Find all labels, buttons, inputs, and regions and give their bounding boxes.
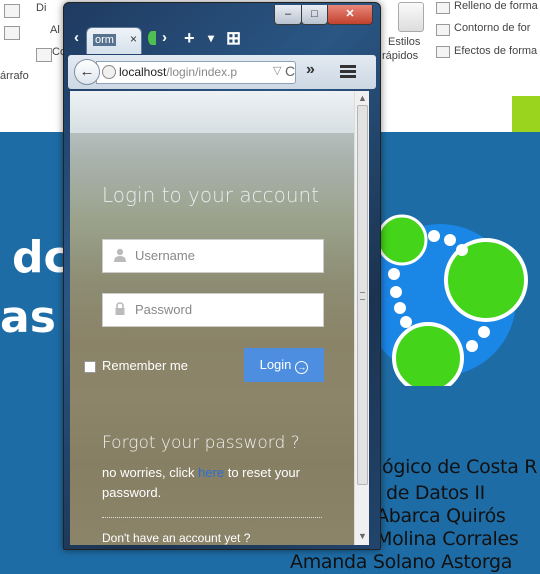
menu-hamburger-icon[interactable]	[334, 58, 362, 84]
url-history-dropdown-icon[interactable]: ▽	[273, 64, 281, 77]
minimize-icon: –	[284, 8, 292, 20]
tabs-scroll-left-icon[interactable]: ‹	[74, 29, 79, 47]
scrollbar-grip-icon	[360, 292, 365, 300]
fill-icon[interactable]	[436, 2, 450, 14]
page-content: Login to your account Remember me Login→…	[70, 91, 354, 545]
graph-database-logo	[376, 214, 528, 386]
paragraph-group-label: árrafo	[0, 70, 29, 82]
tab-list-icon[interactable]: ▾	[208, 29, 214, 47]
login-button-label: Login	[259, 357, 292, 372]
slide-heading-line1: dc	[12, 232, 70, 283]
forgot-password-text: no worries, click here to reset your pas…	[102, 463, 326, 503]
columns-icon[interactable]	[36, 48, 52, 62]
rapidos-label[interactable]: rápidos	[382, 50, 418, 62]
estilos-label[interactable]: Estilos	[388, 36, 420, 48]
remember-me-label[interactable]: Remember me	[102, 358, 188, 373]
url-path: /login/index.p	[166, 65, 238, 79]
shape-effects-button[interactable]: Efectos de forma	[454, 45, 537, 57]
tab-login[interactable]: orm ×	[86, 27, 142, 54]
url-bar[interactable]: localhost/login/index.p ▽ C	[96, 61, 296, 84]
slide-text-line1: ógico de Costa R	[382, 456, 538, 478]
shape-fill-button[interactable]: Relleno de forma	[454, 0, 538, 12]
ribbon-di-label: Di	[36, 2, 47, 14]
reset-password-link[interactable]: here	[198, 465, 224, 480]
user-icon	[114, 248, 126, 262]
scroll-down-icon[interactable]: ▼	[358, 531, 367, 541]
outline-icon[interactable]	[436, 24, 450, 36]
scrollbar-thumb[interactable]	[357, 105, 368, 485]
site-identity-icon[interactable]	[102, 65, 116, 79]
close-window-button[interactable]: ✕	[327, 5, 373, 25]
tab-close-icon[interactable]: ×	[130, 32, 137, 46]
url-host: localhost	[119, 65, 167, 79]
line-spacing-icon[interactable]	[4, 4, 20, 18]
slide-text-line4: Molina Corrales	[376, 528, 519, 550]
password-field[interactable]	[102, 293, 324, 327]
forgot-text-before: no worries, click	[102, 465, 199, 480]
login-title: Login to your account	[102, 183, 320, 207]
password-input[interactable]	[133, 301, 317, 318]
maximize-icon: □	[311, 8, 318, 20]
vertical-scrollbar[interactable]: ▲ ▼	[354, 91, 369, 545]
slide-text-line2: de Datos II	[386, 482, 485, 504]
back-button[interactable]: ←	[74, 59, 100, 85]
login-button[interactable]: Login →	[244, 348, 324, 382]
overflow-chevron-icon[interactable]: »	[306, 61, 315, 79]
username-field[interactable]	[102, 239, 324, 273]
loading-indicator-icon	[148, 31, 156, 45]
forgot-password-title: Forgot your password ?	[102, 433, 300, 453]
arrow-circle-right-icon: →	[295, 361, 309, 374]
url-text[interactable]: localhost/login/index.p	[119, 65, 237, 79]
signup-prompt: Don't have an account yet ?	[102, 531, 251, 545]
effects-icon[interactable]	[436, 46, 450, 58]
lock-icon	[115, 302, 125, 315]
indent-icon[interactable]	[4, 26, 20, 40]
tab-strip: ‹ orm × › + ▾ ⊞	[64, 23, 380, 54]
content-top-fade	[70, 91, 354, 133]
minimize-button[interactable]: –	[274, 5, 302, 25]
tab-title: orm	[93, 34, 116, 46]
close-icon: ✕	[345, 8, 355, 20]
reload-icon[interactable]: C	[285, 63, 295, 79]
slide-text-line3: Abarca Quirós	[376, 505, 506, 527]
scroll-up-icon[interactable]: ▲	[358, 93, 367, 103]
navigation-bar: localhost/login/index.p ▽ C ← »	[68, 55, 376, 89]
remember-me-checkbox[interactable]	[84, 361, 96, 373]
section-divider	[102, 517, 322, 518]
ribbon-al-label: Al	[50, 24, 60, 36]
maximize-button[interactable]: □	[301, 5, 328, 25]
quick-styles-icon[interactable]	[398, 2, 424, 32]
browser-window: – □ ✕ ‹ orm × › + ▾ ⊞ localhost/login/in…	[63, 2, 381, 550]
tab-groups-icon[interactable]: ⊞	[226, 29, 241, 47]
new-tab-icon[interactable]: +	[184, 29, 195, 47]
username-input[interactable]	[133, 247, 317, 264]
slide-text-line5: Amanda Solano Astorga	[290, 551, 513, 573]
shape-outline-button[interactable]: Contorno de for	[454, 22, 530, 34]
back-arrow-icon: ←	[79, 63, 95, 80]
tabs-scroll-right-icon[interactable]: ›	[162, 29, 167, 47]
